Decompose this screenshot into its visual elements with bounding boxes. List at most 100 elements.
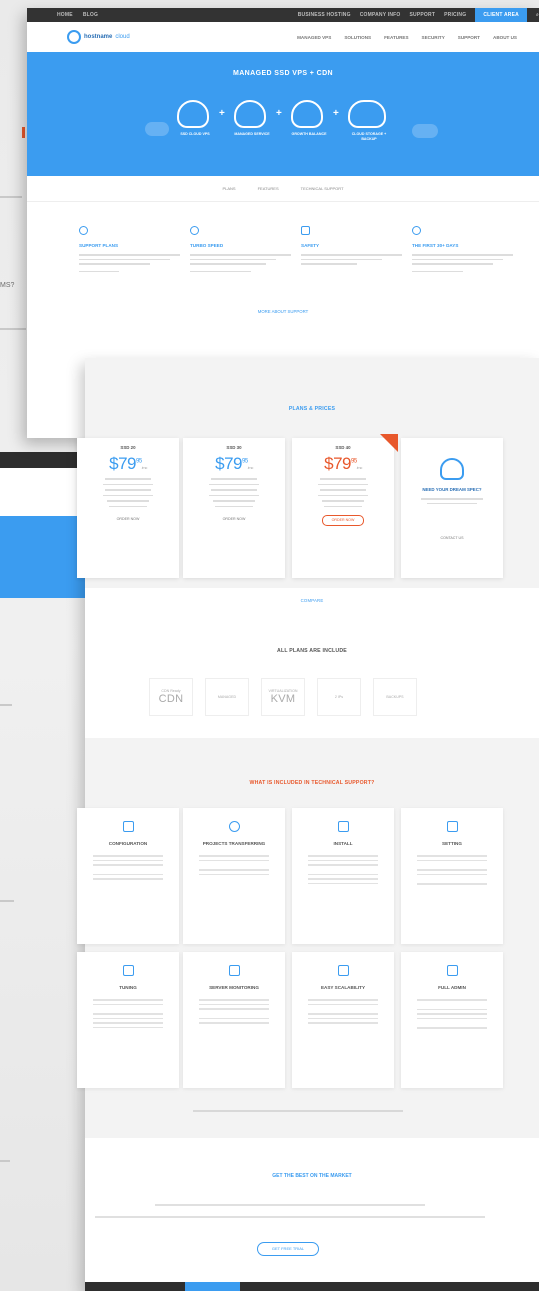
plan-specs bbox=[292, 478, 394, 507]
cloud-vps-icon: SSD CLOUD VPS bbox=[177, 100, 210, 136]
feature-title: SUPPORT PLANS bbox=[79, 243, 119, 248]
side-panel-topbar bbox=[0, 452, 85, 468]
include-small: BACKUPS bbox=[386, 695, 404, 699]
feature-card: SAFETY bbox=[301, 226, 402, 275]
includes-title: ALL PLANS ARE INCLUDE bbox=[277, 648, 347, 654]
footer-highlight bbox=[185, 1282, 240, 1291]
support-card: INSTALL bbox=[292, 808, 394, 944]
bg-question-fragment: MS? bbox=[0, 282, 15, 289]
support-card: EASY SCALABILITY bbox=[292, 952, 394, 1088]
nav-link[interactable]: ABOUT US bbox=[493, 35, 517, 40]
hero-step-label: GROWTH BALANCE bbox=[291, 132, 327, 136]
feature-card: THE FIRST 30+ DAYS bbox=[412, 226, 513, 275]
best-market-title: GET THE BEST ON THE MARKET bbox=[272, 1173, 352, 1179]
support-card-title: INSTALL bbox=[333, 841, 353, 846]
include-item: VIRTUALIZATION KVM bbox=[261, 678, 305, 716]
plan-card: SSD 30 $7995/mo ORDER NOW bbox=[183, 438, 285, 578]
plans-title: PLANS & PRICES bbox=[288, 406, 336, 412]
text-line bbox=[155, 1204, 425, 1206]
custom-plan-card: NEED YOUR DREAM SPEC? CONTACT US bbox=[401, 438, 503, 578]
gear-icon bbox=[446, 821, 458, 832]
monitor-icon bbox=[228, 965, 240, 976]
tab-features[interactable]: FEATURES bbox=[258, 186, 279, 191]
plan-card-featured: SSD 40 $7995/mo ORDER NOW bbox=[292, 434, 398, 578]
footer-bar bbox=[85, 1282, 539, 1291]
topbar-link-blog[interactable]: BLOG bbox=[83, 12, 98, 18]
order-button[interactable]: ORDER NOW bbox=[218, 515, 250, 524]
include-small: MANAGED bbox=[217, 695, 237, 699]
trophy-icon bbox=[412, 226, 421, 235]
hero-step-label: CLOUD STORAGE + BACKUP bbox=[351, 132, 387, 141]
plan-name: SSD 20 bbox=[120, 445, 136, 450]
nav-link[interactable]: SOLUTIONS bbox=[344, 35, 371, 40]
nav-link[interactable]: MANAGED VPS bbox=[297, 35, 331, 40]
client-area-button[interactable]: CLIENT AREA bbox=[475, 8, 527, 22]
hero-banner: MANAGED SSD VPS + CDN SSD CLOUD VPS + MA… bbox=[27, 52, 539, 176]
topbar-link[interactable]: PRICING bbox=[444, 12, 466, 18]
order-button[interactable]: ORDER NOW bbox=[112, 515, 144, 524]
feature-title: THE FIRST 30+ DAYS bbox=[412, 243, 459, 248]
compare-link[interactable]: COMPARE bbox=[85, 598, 539, 603]
transfer-icon bbox=[228, 821, 240, 832]
growth-icon: GROWTH BALANCE bbox=[291, 100, 326, 136]
logo-icon bbox=[67, 30, 81, 44]
include-big: KVM bbox=[270, 693, 296, 705]
support-note bbox=[193, 1110, 403, 1112]
tab-plans[interactable]: PLANS bbox=[222, 186, 235, 191]
topbar-link[interactable]: SUPPORT bbox=[410, 12, 436, 18]
more-about-support-link[interactable]: MORE ABOUT SUPPORT bbox=[27, 309, 539, 314]
support-card-title: SETTING bbox=[442, 841, 462, 846]
cloud-storage-icon: CLOUD STORAGE + BACKUP bbox=[348, 100, 386, 141]
decor-cloud-icon bbox=[412, 124, 438, 138]
plan-specs bbox=[183, 478, 285, 507]
topbar-link[interactable]: BUSINESS HOSTING bbox=[298, 12, 351, 18]
logo-suffix: cloud bbox=[115, 34, 130, 40]
features-row: SUPPORT PLANS TURBO SPEED SAFETY THE FIR… bbox=[27, 202, 539, 275]
nav-link[interactable]: SECURITY bbox=[422, 35, 445, 40]
plan-price: $7995/mo bbox=[183, 454, 285, 474]
plan-price-period: /mo bbox=[141, 465, 148, 470]
custom-plan-title: NEED YOUR DREAM SPEC? bbox=[422, 487, 482, 492]
feature-title: SAFETY bbox=[301, 243, 320, 248]
support-card-title: EASY SCALABILITY bbox=[320, 985, 366, 990]
support-card: TUNING bbox=[77, 952, 179, 1088]
bg-text-line bbox=[0, 328, 26, 330]
topbar-link-home[interactable]: HOME bbox=[57, 12, 73, 18]
support-card: PROJECTS TRANSFERRING bbox=[183, 808, 285, 944]
include-item: BACKUPS bbox=[373, 678, 417, 716]
contact-button[interactable]: CONTACT US bbox=[436, 534, 468, 543]
bg-text-line bbox=[0, 900, 14, 902]
plan-price-value: $79 bbox=[324, 454, 351, 473]
plan-price-period: /mo bbox=[247, 465, 254, 470]
page-preview-bottom: PLANS & PRICES SSD 20 $7995/mo ORDER NOW… bbox=[77, 358, 539, 1291]
order-button[interactable]: ORDER NOW bbox=[322, 515, 364, 526]
plan-price: $7995/mo bbox=[77, 454, 179, 474]
shield-icon bbox=[301, 226, 310, 235]
support-card-title: FULL ADMIN bbox=[438, 985, 466, 990]
rocket-cloud-icon bbox=[440, 458, 464, 480]
support-card-title: SERVER MONITORING bbox=[209, 985, 259, 990]
free-trial-button[interactable]: GET FREE TRIAL bbox=[257, 1242, 319, 1256]
bg-text-line bbox=[0, 196, 22, 198]
tab-technical-support[interactable]: TECHNICAL SUPPORT bbox=[301, 186, 344, 191]
plan-price-value: $79 bbox=[109, 454, 136, 473]
support-title: WHAT IS INCLUDED IN TECHNICAL SUPPORT? bbox=[249, 780, 375, 786]
support-card: FULL ADMIN bbox=[401, 952, 503, 1088]
plan-price-cents: 95 bbox=[136, 458, 142, 465]
main-nav: hostname cloud MANAGED VPS SOLUTIONS FEA… bbox=[27, 22, 539, 52]
logo-name: hostname bbox=[84, 34, 113, 40]
nav-link[interactable]: FEATURES bbox=[384, 35, 408, 40]
nav-link[interactable]: SUPPORT bbox=[458, 35, 480, 40]
topbar-link[interactable]: COMPANY INFO bbox=[360, 12, 401, 18]
plus-icon: + bbox=[219, 108, 225, 119]
plan-name: SSD 30 bbox=[226, 445, 242, 450]
include-small: 2 IPs bbox=[334, 695, 344, 699]
text-line bbox=[95, 1216, 485, 1218]
hero-title: MANAGED SSD VPS + CDN bbox=[233, 70, 333, 77]
chart-icon bbox=[122, 965, 134, 976]
plan-price: $7995/mo bbox=[292, 454, 394, 474]
plan-card: SSD 20 $7995/mo ORDER NOW bbox=[77, 438, 179, 578]
include-item: CDN Ready CDN bbox=[149, 678, 193, 716]
support-card-title: TUNING bbox=[119, 985, 137, 990]
logo[interactable]: hostname cloud bbox=[67, 30, 130, 44]
